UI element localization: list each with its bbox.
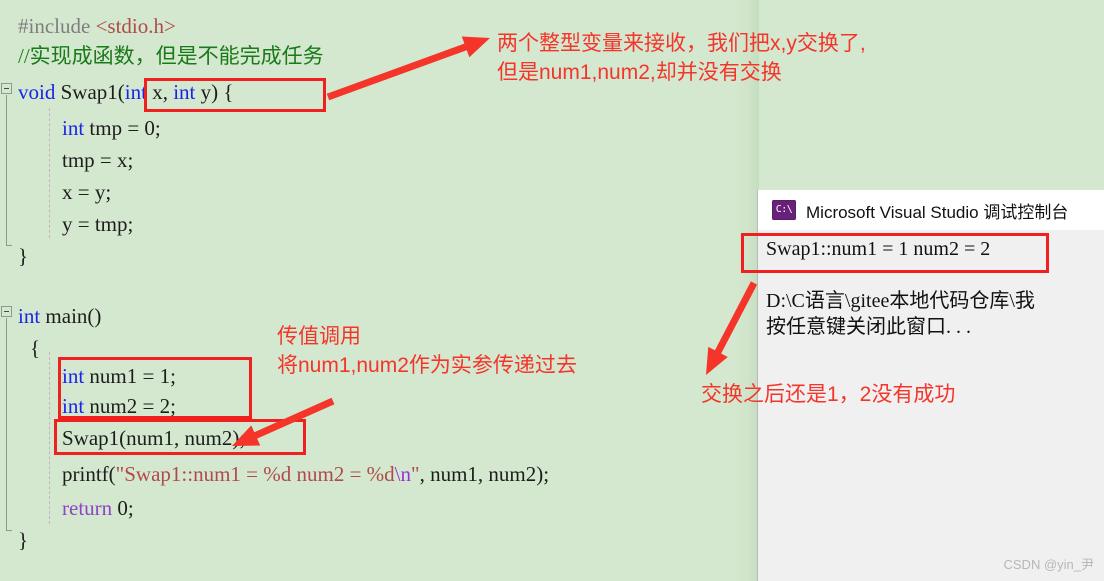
code-line: } xyxy=(18,238,28,275)
console-title-bar: C:\ Microsoft Visual Studio 调试控制台 xyxy=(758,190,1104,230)
indent-guide-swap1 xyxy=(49,108,50,238)
fold-toggle-main[interactable] xyxy=(1,306,12,317)
code-token-plain: y = tmp; xyxy=(62,212,134,236)
call-highlight xyxy=(54,419,306,455)
code-token-plain: main() xyxy=(40,304,102,328)
code-token-kw: int xyxy=(62,116,85,140)
watermark: CSDN @yin_尹 xyxy=(1003,557,1095,572)
code-token-plain: Swap1( xyxy=(55,80,125,104)
code-token-str: "Swap1::num1 = %d num2 = %d xyxy=(115,462,395,486)
indent-guide-main xyxy=(49,352,50,524)
editor-gutter[interactable] xyxy=(0,0,14,581)
annotation-line: 两个整型变量来接收，我们把x,y交换了, xyxy=(497,32,866,55)
console-icon-glyph: C:\ xyxy=(775,204,793,215)
declarations-highlight xyxy=(58,357,252,419)
code-token-plain: tmp = x; xyxy=(62,148,134,172)
annotation-line: 但是num1,num2,却并没有交换 xyxy=(497,61,782,84)
code-line: { xyxy=(30,330,40,367)
code-token-cmt: //实现成函数，但是不能完成任务 xyxy=(18,44,324,68)
code-line: //实现成函数，但是不能完成任务 xyxy=(18,38,324,75)
code-token-plain: tmp = 0; xyxy=(84,116,161,140)
screenshot-root: #include <stdio.h> //实现成函数，但是不能完成任务 void S… xyxy=(0,0,1104,581)
params-highlight xyxy=(144,78,326,112)
console-line: D:\C语言\gitee本地代码仓库\我 xyxy=(766,290,1035,312)
code-line: return 0; xyxy=(62,490,134,527)
code-token-str: <stdio.h> xyxy=(95,14,176,38)
console-title-text: Microsoft Visual Studio 调试控制台 xyxy=(806,202,1069,222)
code-token-str: " xyxy=(411,462,420,486)
code-token-plain: printf( xyxy=(62,462,116,486)
code-token-kw: void xyxy=(18,80,56,104)
fold-bracket-foot-main xyxy=(6,530,12,531)
code-token-plain: x = y; xyxy=(62,180,112,204)
console-output-highlight xyxy=(741,233,1049,273)
code-line: printf("Swap1::num1 = %d num2 = %d\n", n… xyxy=(62,456,549,493)
console-line: 按任意键关闭此窗口. . . xyxy=(766,316,971,338)
code-token-plain: } xyxy=(18,244,29,268)
code-line: } xyxy=(18,522,28,559)
annotation-line: 交换之后还是1，2没有成功 xyxy=(701,383,956,406)
fold-toggle-swap1[interactable] xyxy=(1,83,12,94)
fold-bracket-swap1 xyxy=(6,95,7,245)
code-token-kw: int xyxy=(18,304,41,328)
param-receive-note: 两个整型变量来接收，我们把x,y交换了, 但是num1,num2,却并没有交换 xyxy=(497,29,866,87)
pass-by-value-note: 传值调用将num1,num2作为实参传递过去 xyxy=(277,322,577,380)
code-token-plain: { xyxy=(30,336,41,360)
code-token-plain: 0; xyxy=(112,496,134,520)
editor-right-fade xyxy=(735,0,759,581)
code-token-ret: return xyxy=(62,496,113,520)
code-token-esc: \n xyxy=(394,462,411,486)
console-app-icon: C:\ xyxy=(772,200,796,220)
fold-bracket-foot-swap1 xyxy=(6,245,12,246)
code-token-plain: , num1, num2); xyxy=(419,462,550,486)
code-token-pp: #include xyxy=(18,14,96,38)
swap-failed-note: 交换之后还是1，2没有成功 xyxy=(701,380,955,409)
annotation-line: 传值调用 xyxy=(277,325,361,348)
code-token-plain: } xyxy=(18,528,29,552)
annotation-line: 将num1,num2作为实参传递过去 xyxy=(277,354,577,377)
code-line: y = tmp; xyxy=(62,206,133,243)
fold-bracket-main xyxy=(6,318,7,530)
